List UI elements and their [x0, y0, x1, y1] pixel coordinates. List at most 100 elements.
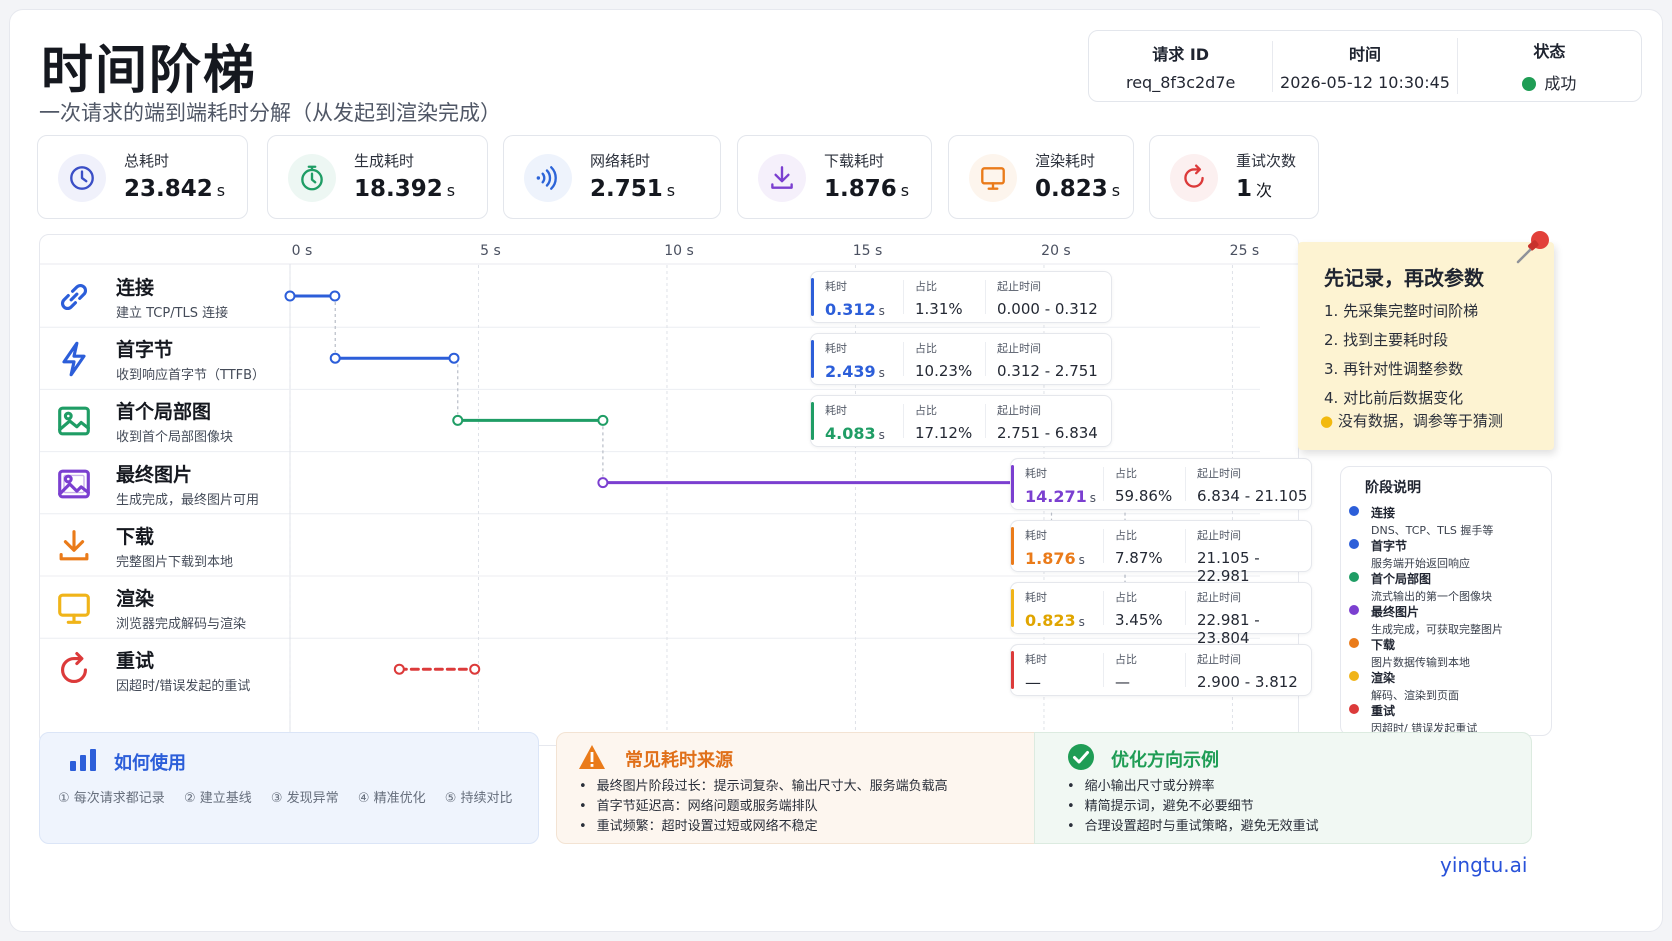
- stat-duration-number: —: [1025, 673, 1041, 693]
- stat-duration-number: 0.823: [1025, 611, 1076, 630]
- stage-stat-card: 耗时 14.271 s 占比 59.86% 起止时间 6.834 - 21.105: [1010, 457, 1312, 510]
- optimize-list: 缩小输出尺寸或分辨率 精简提示词，避免不必要细节 合理设置超时与重试策略，避免无…: [1067, 775, 1319, 835]
- stat-share-value: 10.23%: [915, 362, 973, 381]
- stage-end-marker: [597, 414, 609, 426]
- stat-share-label: 占比: [915, 342, 937, 356]
- stat-separator: [1103, 528, 1104, 563]
- kpi-label: 生成耗时: [354, 152, 415, 170]
- stat-range: 起止时间 2.751 - 6.834: [997, 402, 1098, 442]
- stage-start-marker: [597, 477, 609, 489]
- optimize-title: 优化方向示例: [1111, 750, 1219, 771]
- legend-item-desc: 服务端开始返回响应: [1371, 557, 1470, 570]
- optimize-item: 精简提示词，避免不必要细节: [1067, 795, 1319, 815]
- meta-request-id-label: 请求 ID: [1152, 44, 1210, 64]
- stat-duration-unit: s: [878, 366, 885, 381]
- stat-duration: 耗时 4.083 s: [825, 402, 885, 443]
- note-tip: ● 没有数据，调参等于猜测: [1320, 410, 1503, 431]
- stat-separator: [1185, 591, 1186, 625]
- stage-stat-card: 耗时 0.823 s 占比 3.45% 起止时间 22.981 - 23.804: [1010, 582, 1312, 647]
- stage-end-marker: [469, 663, 481, 675]
- download-icon: [758, 154, 806, 202]
- page: 时间阶梯 一次请求的端到端耗时分解（从发起到渲染完成） 请求 ID req_8f…: [9, 9, 1663, 932]
- stat-range-value: 0.000 - 0.312: [997, 300, 1098, 318]
- meta-request-id: 请求 ID req_8f3c2d7e: [1089, 41, 1272, 92]
- stat-share-label: 占比: [915, 404, 937, 418]
- stat-accent-bar: [1011, 589, 1014, 627]
- kpi-number: 18.392: [354, 176, 443, 202]
- kpi-number: 23.842: [124, 176, 213, 202]
- brand-link[interactable]: yingtu.ai: [1440, 853, 1527, 877]
- page-subtitle: 一次请求的端到端耗时分解（从发起到渲染完成）: [39, 101, 501, 125]
- stat-duration: 耗时 0.823 s: [1025, 589, 1085, 630]
- stat-range-label: 起止时间: [1197, 653, 1241, 667]
- stat-range: 起止时间 21.105 - 22.981: [1197, 527, 1311, 585]
- stat-separator: [903, 404, 904, 439]
- x-tick-label: 5 s: [480, 243, 501, 259]
- note-item: 2. 找到主要耗时段: [1324, 331, 1449, 349]
- stat-accent-bar: [811, 278, 814, 316]
- legend-item-desc: 图片数据传输到本地: [1371, 656, 1470, 669]
- stage-stat-card: 耗时 1.876 s 占比 7.87% 起止时间 21.105 - 22.981: [1010, 519, 1312, 585]
- legend-dot-icon: [1349, 671, 1359, 681]
- howto-step: ③ 发现异常: [270, 791, 339, 806]
- stat-separator: [985, 280, 986, 314]
- kpi-card: 生成耗时 18.392 s: [267, 135, 488, 219]
- sources-card: 常见耗时来源 最终图片阶段过长：提示词复杂、输出尺寸大、服务端负载高 首字节延迟…: [556, 732, 1036, 844]
- stage-end-marker: [448, 352, 460, 364]
- stat-share-value: 59.86%: [1115, 486, 1173, 505]
- stat-duration-number: 14.271: [1025, 486, 1087, 506]
- legend-item: 首字节 服务端开始返回响应: [1349, 537, 1470, 571]
- stat-accent-bar: [1011, 651, 1014, 690]
- stopwatch-icon: [288, 154, 336, 202]
- status-dot-icon: [1522, 77, 1537, 91]
- optimize-card: 优化方向示例 缩小输出尺寸或分辨率 精简提示词，避免不必要细节 合理设置超时与重…: [1034, 732, 1532, 844]
- kpi-label: 网络耗时: [590, 152, 651, 170]
- sources-list: 最终图片阶段过长：提示词复杂、输出尺寸大、服务端负载高 首字节延迟高：网络问题或…: [579, 775, 948, 835]
- legend-item: 重试 因超时/ 错误发起重试: [1349, 702, 1477, 736]
- stat-accent-bar: [811, 402, 814, 441]
- status-badge: 成功: [1544, 74, 1577, 93]
- stat-range-label: 起止时间: [1197, 466, 1241, 480]
- stat-separator: [985, 404, 986, 439]
- kpi-unit: s: [1111, 181, 1121, 200]
- page-title: 时间阶梯: [41, 41, 258, 101]
- stat-duration-number: 2.439: [825, 362, 876, 382]
- stat-duration-value: 2.439 s: [825, 362, 885, 381]
- kpi-label: 总耗时: [124, 152, 170, 170]
- stat-duration-label: 耗时: [1025, 591, 1047, 604]
- optimize-item: 缩小输出尺寸或分辨率: [1067, 775, 1319, 795]
- stat-share-label: 占比: [1115, 466, 1137, 480]
- timeline-chart-panel: 连接 建立 TCP/TLS 连接 首字节 收到响应首字节（TTFB） 首个局部图…: [39, 234, 1312, 747]
- stat-duration-label: 耗时: [1025, 466, 1047, 480]
- meta-request-id-value[interactable]: req_8f3c2d7e: [1089, 73, 1272, 92]
- monitor-icon: [969, 154, 1017, 202]
- stat-separator: [1103, 591, 1104, 625]
- legend-item-name: 下载: [1371, 638, 1396, 652]
- stage-stat-card: 耗时 2.439 s 占比 10.23% 起止时间 0.312 - 2.751: [810, 333, 1112, 386]
- kpi-number: 1: [1236, 176, 1253, 202]
- x-tick-label: 25 s: [1230, 243, 1260, 259]
- stat-duration: 耗时 —: [1025, 651, 1047, 692]
- sources-item: 最终图片阶段过长：提示词复杂、输出尺寸大、服务端负载高: [579, 775, 948, 795]
- stat-duration-label: 耗时: [1025, 653, 1047, 667]
- x-tick-label: 20 s: [1041, 243, 1071, 259]
- stat-range-label: 起止时间: [997, 404, 1041, 418]
- stat-share: 占比 —: [1115, 651, 1137, 691]
- stat-range: 起止时间 22.981 - 23.804: [1197, 589, 1311, 647]
- stat-range-value: 0.312 - 2.751: [997, 362, 1098, 381]
- wifi-signal-icon: [524, 154, 572, 202]
- stat-duration: 耗时 14.271 s: [1025, 465, 1096, 506]
- stat-duration-label: 耗时: [825, 342, 847, 356]
- x-tick-label: 0 s: [292, 243, 313, 259]
- kpi-card: 渲染耗时 0.823 s: [948, 135, 1134, 219]
- check-circle-icon: [1068, 744, 1094, 770]
- meta-time-value: 2026-05-12 10:30:45: [1280, 72, 1450, 92]
- stage-legend: 阶段说明 连接 DNS、TCP、TLS 握手等 首字节 服务端开始返回响应 首个…: [1340, 466, 1552, 736]
- stat-duration-value: 1.876 s: [1025, 549, 1085, 568]
- legend-dot-icon: [1349, 605, 1359, 615]
- stat-separator: [1103, 653, 1104, 688]
- legend-item-name: 连接: [1371, 506, 1396, 520]
- stat-share: 占比 10.23%: [915, 340, 972, 380]
- stat-duration-unit: s: [878, 428, 885, 443]
- legend-dot-icon: [1349, 539, 1359, 549]
